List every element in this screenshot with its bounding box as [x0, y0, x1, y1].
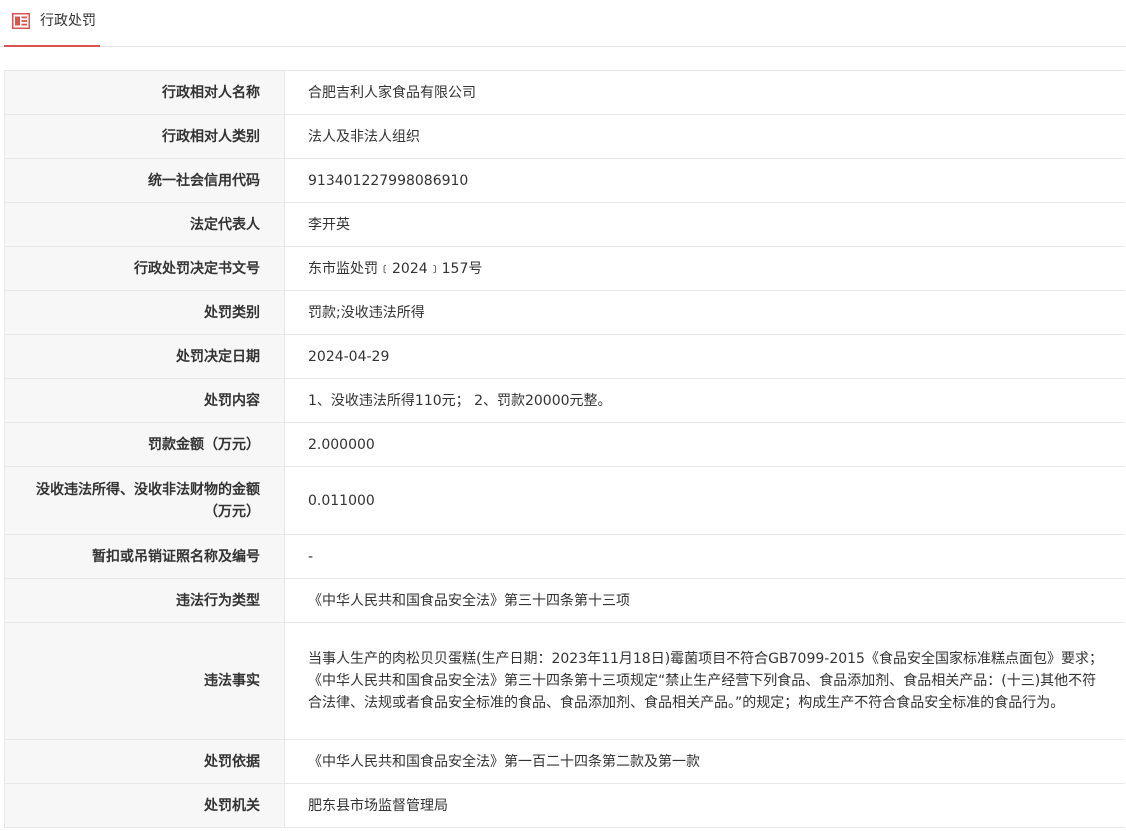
row-value: 肥东县市场监督管理局: [284, 783, 1125, 828]
row-label: 违法事实: [4, 622, 285, 740]
table-row: 违法行为类型 《中华人民共和国食品安全法》第三十四条第十三项: [4, 578, 1125, 623]
tab-title: 行政处罚: [40, 13, 96, 29]
row-label: 法定代表人: [4, 202, 285, 247]
row-label: 处罚内容: [4, 378, 285, 423]
table-row: 法定代表人 李开英: [4, 202, 1125, 247]
row-label: 处罚依据: [4, 739, 285, 784]
table-row: 处罚决定日期 2024-04-29: [4, 334, 1125, 379]
table-row: 违法事实 当事人生产的肉松贝贝蛋糕(生产日期：2023年11月18日)霉菌项目不…: [4, 622, 1125, 740]
news-list-icon: [12, 13, 30, 29]
row-value: 罚款;没收违法所得: [284, 290, 1125, 335]
row-value: 合肥吉利人家食品有限公司: [284, 70, 1125, 115]
row-value: 东市监处罚﹝2024﹞157号: [284, 246, 1125, 291]
table-row: 暂扣或吊销证照名称及编号 -: [4, 534, 1125, 579]
table-row: 处罚依据 《中华人民共和国食品安全法》第一百二十四条第二款及第一款: [4, 739, 1125, 784]
penalty-detail-table-wrapper: 行政相对人名称 合肥吉利人家食品有限公司 行政相对人类别 法人及非法人组织 统一…: [4, 70, 1125, 828]
table-row: 处罚类别 罚款;没收违法所得: [4, 290, 1125, 335]
section-header: 行政处罚: [0, 0, 1126, 47]
row-label: 统一社会信用代码: [4, 158, 285, 203]
row-label: 处罚决定日期: [4, 334, 285, 379]
row-value: 0.011000: [284, 466, 1125, 535]
row-value: 913401227998086910: [284, 158, 1125, 203]
row-value: 2.000000: [284, 422, 1125, 467]
row-label: 行政处罚决定书文号: [4, 246, 285, 291]
table-row: 没收违法所得、没收非法财物的金额（万元） 0.011000: [4, 466, 1125, 535]
penalty-detail-table: 行政相对人名称 合肥吉利人家食品有限公司 行政相对人类别 法人及非法人组织 统一…: [4, 70, 1125, 828]
table-row: 处罚机关 肥东县市场监督管理局: [4, 783, 1125, 828]
row-label: 处罚机关: [4, 783, 285, 828]
row-label: 罚款金额（万元）: [4, 422, 285, 467]
row-value: 《中华人民共和国食品安全法》第三十四条第十三项: [284, 578, 1125, 623]
row-value: 当事人生产的肉松贝贝蛋糕(生产日期：2023年11月18日)霉菌项目不符合GB7…: [284, 622, 1125, 740]
table-row: 罚款金额（万元） 2.000000: [4, 422, 1125, 467]
row-value: 法人及非法人组织: [284, 114, 1125, 159]
row-label: 没收违法所得、没收非法财物的金额（万元）: [4, 466, 285, 535]
table-row: 行政相对人名称 合肥吉利人家食品有限公司: [4, 70, 1125, 115]
row-label: 行政相对人名称: [4, 70, 285, 115]
table-row: 行政处罚决定书文号 东市监处罚﹝2024﹞157号: [4, 246, 1125, 291]
row-label: 处罚类别: [4, 290, 285, 335]
row-label: 暂扣或吊销证照名称及编号: [4, 534, 285, 579]
table-row: 统一社会信用代码 913401227998086910: [4, 158, 1125, 203]
row-label: 行政相对人类别: [4, 114, 285, 159]
row-value: 李开英: [284, 202, 1125, 247]
row-label: 违法行为类型: [4, 578, 285, 623]
tab-administrative-penalty[interactable]: 行政处罚: [4, 0, 100, 47]
table-row: 处罚内容 1、没收违法所得110元； 2、罚款20000元整。: [4, 378, 1125, 423]
table-row: 行政相对人类别 法人及非法人组织: [4, 114, 1125, 159]
row-value: -: [284, 534, 1125, 579]
row-value: 《中华人民共和国食品安全法》第一百二十四条第二款及第一款: [284, 739, 1125, 784]
row-value: 1、没收违法所得110元； 2、罚款20000元整。: [284, 378, 1125, 423]
row-value: 2024-04-29: [284, 334, 1125, 379]
